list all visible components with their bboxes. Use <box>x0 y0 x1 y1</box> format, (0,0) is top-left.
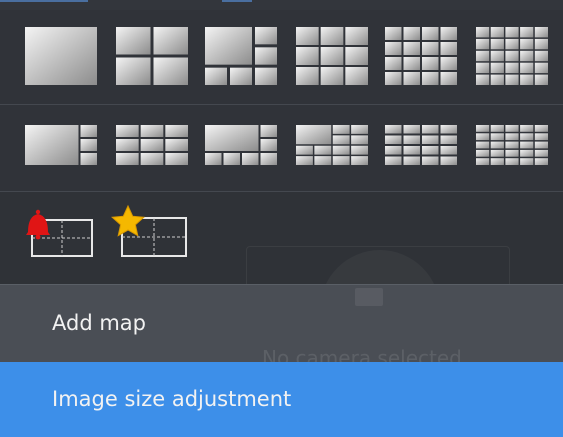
layout-1-icon[interactable] <box>25 27 97 85</box>
bell-icon <box>26 209 50 240</box>
layout-2x2-icon[interactable] <box>116 27 188 85</box>
layout-1-plus-5-icon[interactable] <box>205 27 277 85</box>
layout-wide-1-plus-3-icon[interactable] <box>25 125 97 165</box>
layout-3x3-icon[interactable] <box>296 27 368 85</box>
image-size-adjustment-label: Image size adjustment <box>52 387 292 411</box>
layout-wide-4x4-icon[interactable] <box>385 125 457 165</box>
star-icon <box>111 204 145 237</box>
layout-4x4-icon[interactable] <box>385 27 457 85</box>
layout-wide-5x5-icon[interactable] <box>476 125 548 165</box>
layout-wide-3x3-icon[interactable] <box>116 125 188 165</box>
favorite-layout-icon[interactable] <box>110 204 190 260</box>
image-size-adjustment-menu-item[interactable]: Image size adjustment <box>0 362 563 437</box>
layout-5x5-icon[interactable] <box>476 27 548 85</box>
layout-wide-1-plus-12-icon[interactable] <box>296 125 368 165</box>
layout-wide-1-plus-7-icon[interactable] <box>205 125 277 165</box>
background-camera-icon <box>355 288 383 306</box>
layout-menu-panel: Add map No camera selected Image size ad… <box>0 0 563 437</box>
add-map-label: Add map <box>52 311 146 335</box>
alarm-layout-icon[interactable] <box>24 206 98 260</box>
